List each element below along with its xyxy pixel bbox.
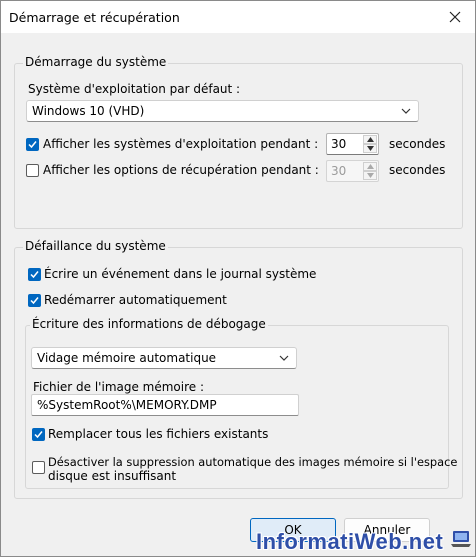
default-os-value: Windows 10 (VHD) bbox=[32, 104, 145, 118]
disable-auto-delete-checkbox[interactable] bbox=[32, 461, 45, 474]
show-os-list-seconds-value: 30 bbox=[331, 137, 347, 151]
chevron-down-icon bbox=[401, 108, 411, 114]
overwrite-checkbox[interactable] bbox=[32, 428, 45, 441]
checkmark-icon bbox=[34, 431, 43, 439]
watermark: InformatiWeb.net bbox=[256, 529, 444, 554]
arrow-up-icon bbox=[366, 164, 374, 169]
show-recovery-seconds: 30 bbox=[326, 160, 379, 182]
checkmark-icon bbox=[30, 271, 39, 279]
window-title: Démarrage et récupération bbox=[9, 10, 180, 25]
show-recovery-unit: secondes bbox=[389, 163, 446, 177]
default-os-dropdown[interactable]: Windows 10 (VHD) bbox=[26, 100, 419, 122]
disable-auto-delete-label-line1: Désactiver la suppression automatique de… bbox=[48, 455, 458, 469]
dump-file-value: %SystemRoot%\MEMORY.DMP bbox=[37, 398, 217, 412]
default-os-label: Système d'exploitation par défaut : bbox=[28, 82, 241, 96]
debug-info-legend: Écriture des informations de débogage bbox=[30, 317, 268, 331]
startup-legend: Démarrage du système bbox=[23, 55, 169, 69]
write-event-checkbox[interactable] bbox=[28, 268, 41, 281]
chevron-down-icon bbox=[279, 355, 289, 361]
show-os-list-seconds[interactable]: 30 bbox=[326, 133, 379, 155]
arrow-up-icon bbox=[366, 137, 374, 142]
auto-restart-checkbox[interactable] bbox=[28, 294, 41, 307]
checkmark-icon bbox=[30, 297, 39, 305]
checkmark-icon bbox=[28, 141, 37, 149]
dump-file-input[interactable]: %SystemRoot%\MEMORY.DMP bbox=[31, 394, 299, 416]
show-os-list-label: Afficher les systèmes d'exploitation pen… bbox=[43, 137, 319, 151]
spin-down-button[interactable] bbox=[363, 144, 377, 153]
spin-down-button bbox=[363, 171, 377, 180]
arrow-down-icon bbox=[366, 173, 374, 178]
spin-up-button[interactable] bbox=[363, 135, 377, 144]
show-recovery-checkbox[interactable] bbox=[26, 164, 39, 177]
dump-file-label: Fichier de l'image mémoire : bbox=[33, 380, 205, 394]
show-recovery-seconds-value: 30 bbox=[331, 164, 347, 178]
show-os-list-unit: secondes bbox=[389, 137, 446, 151]
dump-type-dropdown[interactable]: Vidage mémoire automatique bbox=[31, 347, 297, 369]
title-bar: Démarrage et récupération bbox=[1, 1, 475, 33]
show-os-list-checkbox[interactable] bbox=[26, 138, 39, 151]
auto-restart-label: Redémarrer automatiquement bbox=[44, 293, 227, 307]
write-event-label: Écrire un événement dans le journal syst… bbox=[44, 267, 317, 281]
startup-recovery-dialog: Démarrage et récupération Démarrage du s… bbox=[0, 0, 476, 557]
laptop-icon bbox=[451, 531, 471, 547]
dump-type-value: Vidage mémoire automatique bbox=[37, 351, 217, 365]
close-button[interactable] bbox=[443, 5, 467, 29]
show-recovery-label: Afficher les options de récupération pen… bbox=[43, 163, 319, 177]
overwrite-label: Remplacer tous les fichiers existants bbox=[48, 427, 269, 441]
disable-auto-delete-label-line2: disque est insuffisant bbox=[48, 469, 177, 483]
failure-legend: Défaillance du système bbox=[23, 239, 168, 253]
spin-up-button bbox=[363, 162, 377, 171]
arrow-down-icon bbox=[366, 146, 374, 151]
close-icon bbox=[449, 11, 461, 23]
